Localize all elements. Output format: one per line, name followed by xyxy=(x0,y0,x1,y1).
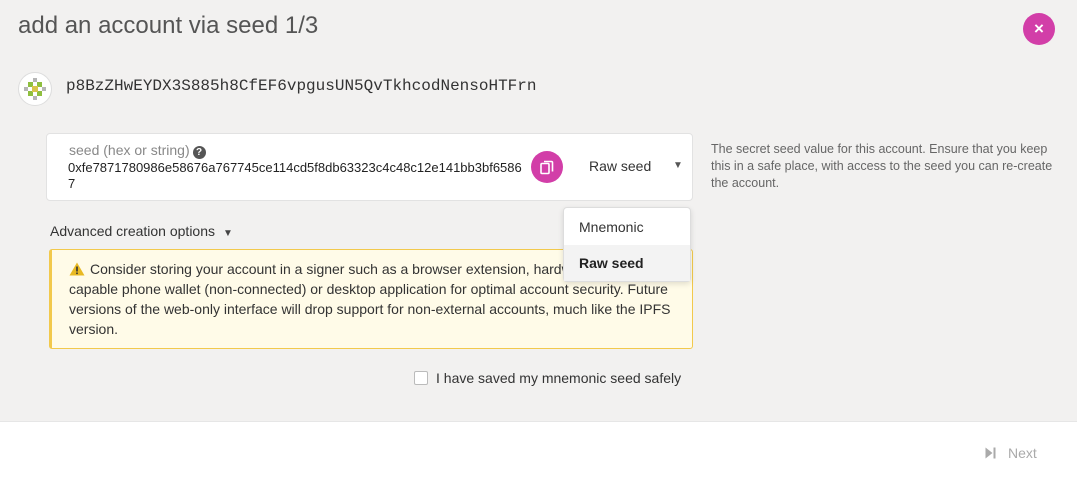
warning-icon xyxy=(69,262,85,276)
copy-button[interactable] xyxy=(531,151,563,183)
next-button[interactable]: Next xyxy=(985,445,1037,461)
close-button[interactable]: × xyxy=(1023,13,1055,45)
dropdown-option-mnemonic[interactable]: Mnemonic xyxy=(564,209,690,245)
step-forward-icon xyxy=(985,447,996,459)
modal-title: add an account via seed 1/3 xyxy=(18,12,319,39)
seed-help-text: The secret seed value for this account. … xyxy=(711,142,1053,190)
saved-checkbox-label: I have saved my mnemonic seed safely xyxy=(436,370,682,386)
dropdown-option-raw-seed[interactable]: Raw seed xyxy=(564,245,690,281)
next-label: Next xyxy=(1008,445,1037,461)
close-icon: × xyxy=(1034,19,1044,38)
caret-down-icon: ▼ xyxy=(223,228,233,239)
identicon-icon xyxy=(18,72,52,106)
seed-input-box[interactable]: seed (hex or string)? 0xfe7871780986e586… xyxy=(46,133,693,201)
help-icon[interactable]: ? xyxy=(192,146,206,159)
advanced-options-label: Advanced creation options xyxy=(50,223,215,239)
advanced-options-toggle[interactable]: Advanced creation options ▼ xyxy=(50,223,233,239)
saved-confirmation[interactable]: I have saved my mnemonic seed safely xyxy=(414,370,681,386)
seed-type-dropdown: Mnemonic Raw seed xyxy=(563,207,691,282)
seed-label-text: seed (hex or string) xyxy=(69,142,190,158)
seed-input[interactable]: 0xfe7871780986e58676a767745ce114cd5f8db6… xyxy=(68,160,523,192)
seed-label: seed (hex or string)? xyxy=(69,142,206,159)
modal-footer: Next xyxy=(0,421,1077,487)
seed-type-select[interactable]: Raw seed ▼ xyxy=(589,158,684,174)
copy-icon xyxy=(540,160,554,174)
seed-type-value: Raw seed xyxy=(589,158,652,174)
saved-checkbox[interactable] xyxy=(414,371,428,385)
account-address: p8BzZHwEYDX3S885h8CfEF6vpgusUN5QvTkhcodN… xyxy=(66,77,537,95)
chevron-down-icon: ▼ xyxy=(673,160,683,171)
